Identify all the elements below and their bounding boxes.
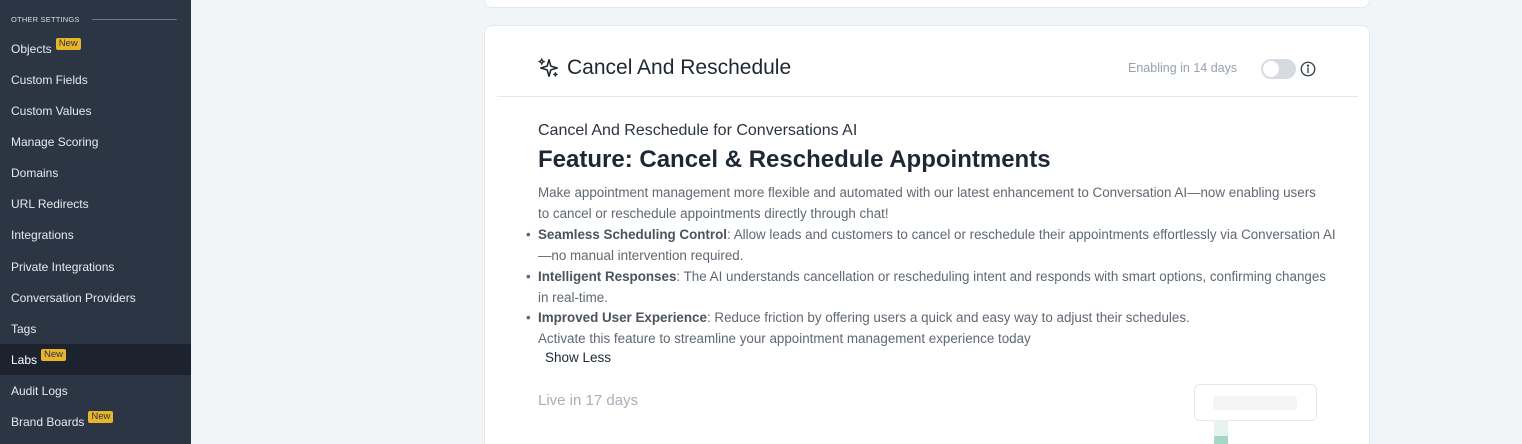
sidebar-item-label: Conversation Providers <box>11 290 136 305</box>
feature-intro: Make appointment management more flexibl… <box>538 185 1316 221</box>
feature-title: Cancel And Reschedule <box>567 56 792 79</box>
sidebar-item-label: Custom Fields <box>11 72 88 87</box>
bullet-content: Improved User Experience: Reduce frictio… <box>526 307 1336 328</box>
sidebar-item-integrations[interactable]: Integrations <box>0 219 191 250</box>
feature-bullet: • Intelligent Responses: The AI understa… <box>526 266 1336 308</box>
info-icon[interactable] <box>1299 60 1317 78</box>
sidebar-item-label: Brand Boards <box>11 414 85 429</box>
sidebar-item-url-redirects[interactable]: URL Redirects <box>0 188 191 219</box>
sidebar-item-label: Objects <box>11 41 52 56</box>
sidebar-item-label: Audit Logs <box>11 383 68 398</box>
sidebar-item-label: Domains <box>11 165 59 180</box>
bullet-content: Intelligent Responses: The AI understand… <box>526 266 1336 308</box>
bullet-title: Seamless Scheduling Control <box>538 227 727 242</box>
sidebar-item-tags[interactable]: Tags <box>0 313 191 344</box>
feature-bullet: • Seamless Scheduling Control: Allow lea… <box>526 224 1336 266</box>
feature-heading: Feature: Cancel & Reschedule Appointment… <box>538 146 1051 173</box>
bullet-content: Seamless Scheduling Control: Allow leads… <box>526 224 1336 266</box>
header-divider <box>497 96 1358 97</box>
sidebar-item-labs[interactable]: Labs New <box>0 344 191 375</box>
section-header-other-settings: OTHER SETTINGS <box>11 14 177 24</box>
bullet-dot: • <box>526 310 531 325</box>
sidebar-item-domains[interactable]: Domains <box>0 157 191 188</box>
new-badge: New <box>41 348 67 361</box>
previous-feature-card <box>484 0 1370 8</box>
sidebar-item-objects[interactable]: Objects New <box>0 33 191 64</box>
sidebar-item-brand-boards[interactable]: Brand Boards New <box>0 406 191 437</box>
sidebar-item-label: Tags <box>11 321 37 336</box>
feature-card: Cancel And Reschedule Enabling in 14 day… <box>484 25 1370 444</box>
sidebar: OTHER SETTINGS Objects New Custom Fields… <box>0 0 191 444</box>
bullet-text: : Reduce friction by offering users a qu… <box>706 310 1190 325</box>
live-status: Live in 17 days <box>538 392 639 409</box>
bullet-title: Improved User Experience <box>538 310 707 325</box>
feature-bullet: • Improved User Experience: Reduce frict… <box>526 307 1336 328</box>
enable-status: Enabling in 14 days <box>1128 61 1238 75</box>
sidebar-item-label: Private Integrations <box>11 259 115 274</box>
bullet-dot: • <box>526 227 531 242</box>
section-label: OTHER SETTINGS <box>11 14 80 24</box>
sidebar-item-label: URL Redirects <box>11 196 89 211</box>
sidebar-item-conversation-providers[interactable]: Conversation Providers <box>0 282 191 313</box>
sidebar-item-custom-fields[interactable]: Custom Fields <box>0 64 191 95</box>
feature-closing: Activate this feature to streamline your… <box>538 331 1031 346</box>
toggle-knob <box>1263 61 1279 77</box>
section-divider <box>91 18 177 20</box>
feature-action-button[interactable] <box>1194 384 1317 421</box>
sidebar-item-label: Custom Values <box>11 103 92 118</box>
bullet-dot: • <box>526 269 531 284</box>
sidebar-item-label: Labs <box>11 352 38 367</box>
sidebar-item-audit-logs[interactable]: Audit Logs <box>0 375 191 406</box>
overlay-fragment <box>1214 436 1228 444</box>
button-placeholder <box>1213 396 1297 410</box>
sidebar-item-custom-values[interactable]: Custom Values <box>0 95 191 126</box>
sparkle-icon <box>538 58 559 78</box>
feature-subtitle: Cancel And Reschedule for Conversations … <box>538 122 858 139</box>
show-less-link[interactable]: Show Less <box>545 350 611 365</box>
sidebar-item-manage-scoring[interactable]: Manage Scoring <box>0 126 191 157</box>
sidebar-item-private-integrations[interactable]: Private Integrations <box>0 251 191 282</box>
new-badge: New <box>88 410 114 423</box>
feature-card-header: Cancel And Reschedule Enabling in 14 day… <box>485 26 1369 98</box>
feature-toggle[interactable] <box>1261 59 1296 79</box>
sidebar-item-label: Manage Scoring <box>11 134 99 149</box>
new-badge: New <box>55 37 81 50</box>
sidebar-item-label: Integrations <box>11 227 74 242</box>
bullet-title: Intelligent Responses <box>538 269 677 284</box>
